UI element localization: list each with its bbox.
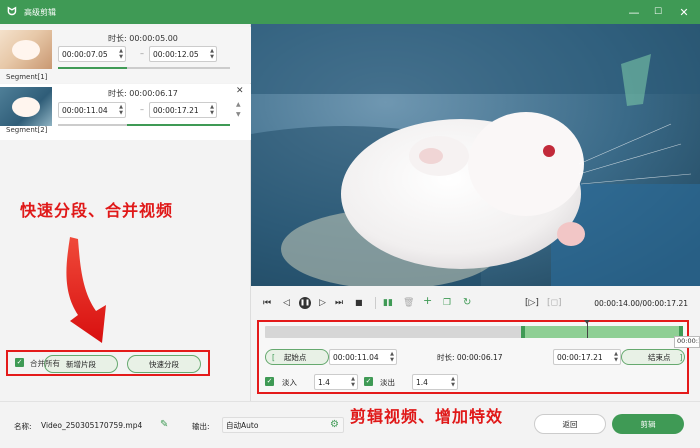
segment-label: Segment[2] (6, 126, 48, 134)
segment-start-input[interactable]: 00:00:11.04 ▲ ▼ (58, 102, 126, 118)
segment-thumbnail (0, 30, 52, 69)
back-button[interactable]: 返回 (534, 414, 606, 434)
step-forward-icon[interactable]: ▷ (319, 298, 326, 308)
toolbar-divider (375, 297, 376, 309)
go-to-start-icon[interactable]: ⏮ (263, 298, 271, 308)
segment-progress (58, 67, 230, 69)
window-title: 高级剪辑 (24, 7, 56, 17)
annotation-arrow-icon (66, 237, 106, 343)
stop-icon[interactable]: ■ (355, 298, 363, 308)
segment-start-value: 00:00:07.05 (62, 49, 108, 59)
delete-icon[interactable]: 🗑 (403, 298, 414, 308)
annotation-right: 剪辑视频、增加特效 (350, 407, 504, 426)
spinner-icon[interactable]: ▲ ▼ (210, 48, 214, 60)
segment-duration: 时长: 00:00:05.00 (108, 34, 178, 43)
spinner-icon[interactable]: ▲ ▼ (390, 351, 394, 363)
bracket-left-icon: [ (272, 352, 275, 362)
pause-icon[interactable]: ❚❚ (299, 297, 311, 309)
add-icon[interactable]: + (423, 295, 432, 306)
playback-time: 00:00:14.00/00:00:17.21 (594, 299, 688, 308)
segment-progress-fill (58, 67, 127, 69)
playback-controls: ⏮ ◁ ❚❚ ▷ ⏭ ■ ▮▮ 🗑 + ❐ ↻ [▷] [◻] 00:00:14… (251, 286, 700, 320)
segment-progress-fill (126, 124, 230, 126)
fade-out-checkbox[interactable]: ✓ (364, 377, 373, 386)
title-bar: ᗢ 高级剪辑 — ☐ ✕ (0, 0, 700, 24)
fade-out-value: 1.4 (416, 377, 428, 387)
segment-end-input[interactable]: 00:00:12.05 ▲ ▼ (149, 46, 217, 62)
edit-filename-icon[interactable]: ✎ (160, 419, 168, 430)
split-icon[interactable]: ▮▮ (383, 298, 393, 308)
spinner-icon[interactable]: ▲ ▼ (119, 48, 123, 60)
reset-icon[interactable]: ↻ (463, 298, 471, 308)
segment-end-value: 00:00:12.05 (153, 49, 199, 59)
fade-in-value: 1.4 (318, 377, 330, 387)
range-separator: – (140, 105, 144, 114)
mark-in-icon[interactable]: [▷] (525, 298, 539, 308)
segment-start-input[interactable]: 00:00:07.05 ▲ ▼ (58, 46, 126, 62)
trim-end-value: 00:00:17.21 (557, 352, 603, 362)
app-logo-icon: ᗢ (7, 5, 17, 18)
output-label: 输出: (192, 422, 210, 431)
trim-end-input[interactable]: 00:00:17.21 ▲ ▼ (553, 349, 621, 365)
reorder-arrows-icon[interactable]: ▲ ▼ (236, 100, 241, 120)
maximize-icon[interactable]: ☐ (646, 0, 670, 24)
minimize-icon[interactable]: — (622, 0, 646, 24)
merge-all-label: 合并所有 (30, 359, 60, 368)
remove-segment-icon[interactable]: ✕ (236, 86, 244, 96)
trim-start-input[interactable]: 00:00:11.04 ▲ ▼ (329, 349, 397, 365)
cut-button[interactable]: 剪辑 (612, 414, 684, 434)
step-back-icon[interactable]: ◁ (283, 298, 290, 308)
close-icon[interactable]: ✕ (672, 0, 696, 24)
segment-progress (58, 124, 230, 126)
timeline-selection (522, 326, 683, 338)
segment-end-value: 00:00:17.21 (153, 105, 199, 115)
segment-thumbnail (0, 87, 52, 126)
timeline-start-handle[interactable] (520, 326, 525, 338)
fade-in-input[interactable]: 1.4 ▲ ▼ (314, 374, 358, 390)
fade-out-label: 淡出 (380, 378, 395, 387)
annotation-left: 快速分段、合并视频 (20, 201, 174, 220)
merge-all-checkbox[interactable]: ✓ (15, 358, 24, 367)
mark-out-icon[interactable]: [◻] (547, 298, 562, 308)
playhead-tooltip: 00:00:14.00 (674, 336, 700, 348)
output-settings-gear-icon[interactable]: ⚙ (330, 419, 339, 430)
fade-out-input[interactable]: 1.4 ▲ ▼ (412, 374, 458, 390)
timeline-playhead[interactable] (583, 320, 590, 338)
go-to-end-icon[interactable]: ⏭ (335, 298, 343, 308)
bracket-right-icon: ] (679, 352, 683, 362)
segment-label: Segment[1] (6, 73, 48, 81)
trim-duration: 时长: 00:00:06.17 (437, 353, 503, 362)
video-preview[interactable] (251, 24, 700, 286)
spinner-icon[interactable]: ▲ ▼ (351, 376, 355, 388)
fade-in-checkbox[interactable]: ✓ (265, 377, 274, 386)
spinner-icon[interactable]: ▲ ▼ (119, 104, 123, 116)
quick-split-button[interactable]: 快速分段 (127, 355, 201, 373)
timeline-track[interactable] (265, 320, 683, 338)
output-path-field[interactable]: 自动Auto ⚙ (222, 417, 344, 433)
range-separator: – (140, 49, 144, 58)
segment-end-input[interactable]: 00:00:17.21 ▲ ▼ (149, 102, 217, 118)
segment-item[interactable]: Segment[1] 时长: 00:00:05.00 00:00:07.05 ▲… (0, 27, 251, 83)
output-path-value: 自动Auto (226, 420, 259, 430)
video-frame (251, 24, 700, 286)
segment-start-value: 00:00:11.04 (62, 105, 108, 115)
trim-start-value: 00:00:11.04 (333, 352, 379, 362)
set-start-label: 起始点 (283, 352, 307, 362)
spinner-icon[interactable]: ▲ ▼ (451, 376, 455, 388)
filename-label: 名称: (14, 422, 32, 431)
spinner-icon[interactable]: ▲ ▼ (614, 351, 618, 363)
set-start-button[interactable]: [ 起始点 (265, 349, 329, 365)
spinner-icon[interactable]: ▲ ▼ (210, 104, 214, 116)
fade-in-label: 淡入 (282, 378, 297, 387)
filename-value: Video_250305170759.mp4 (41, 421, 143, 430)
set-end-label: 结束点 (648, 352, 671, 362)
copy-icon[interactable]: ❐ (443, 298, 451, 308)
segment-item[interactable]: Segment[2] 时长: 00:00:06.17 00:00:11.04 ▲… (0, 84, 251, 140)
segment-duration: 时长: 00:00:06.17 (108, 89, 178, 98)
set-end-button[interactable]: 结束点 ] (621, 349, 685, 365)
